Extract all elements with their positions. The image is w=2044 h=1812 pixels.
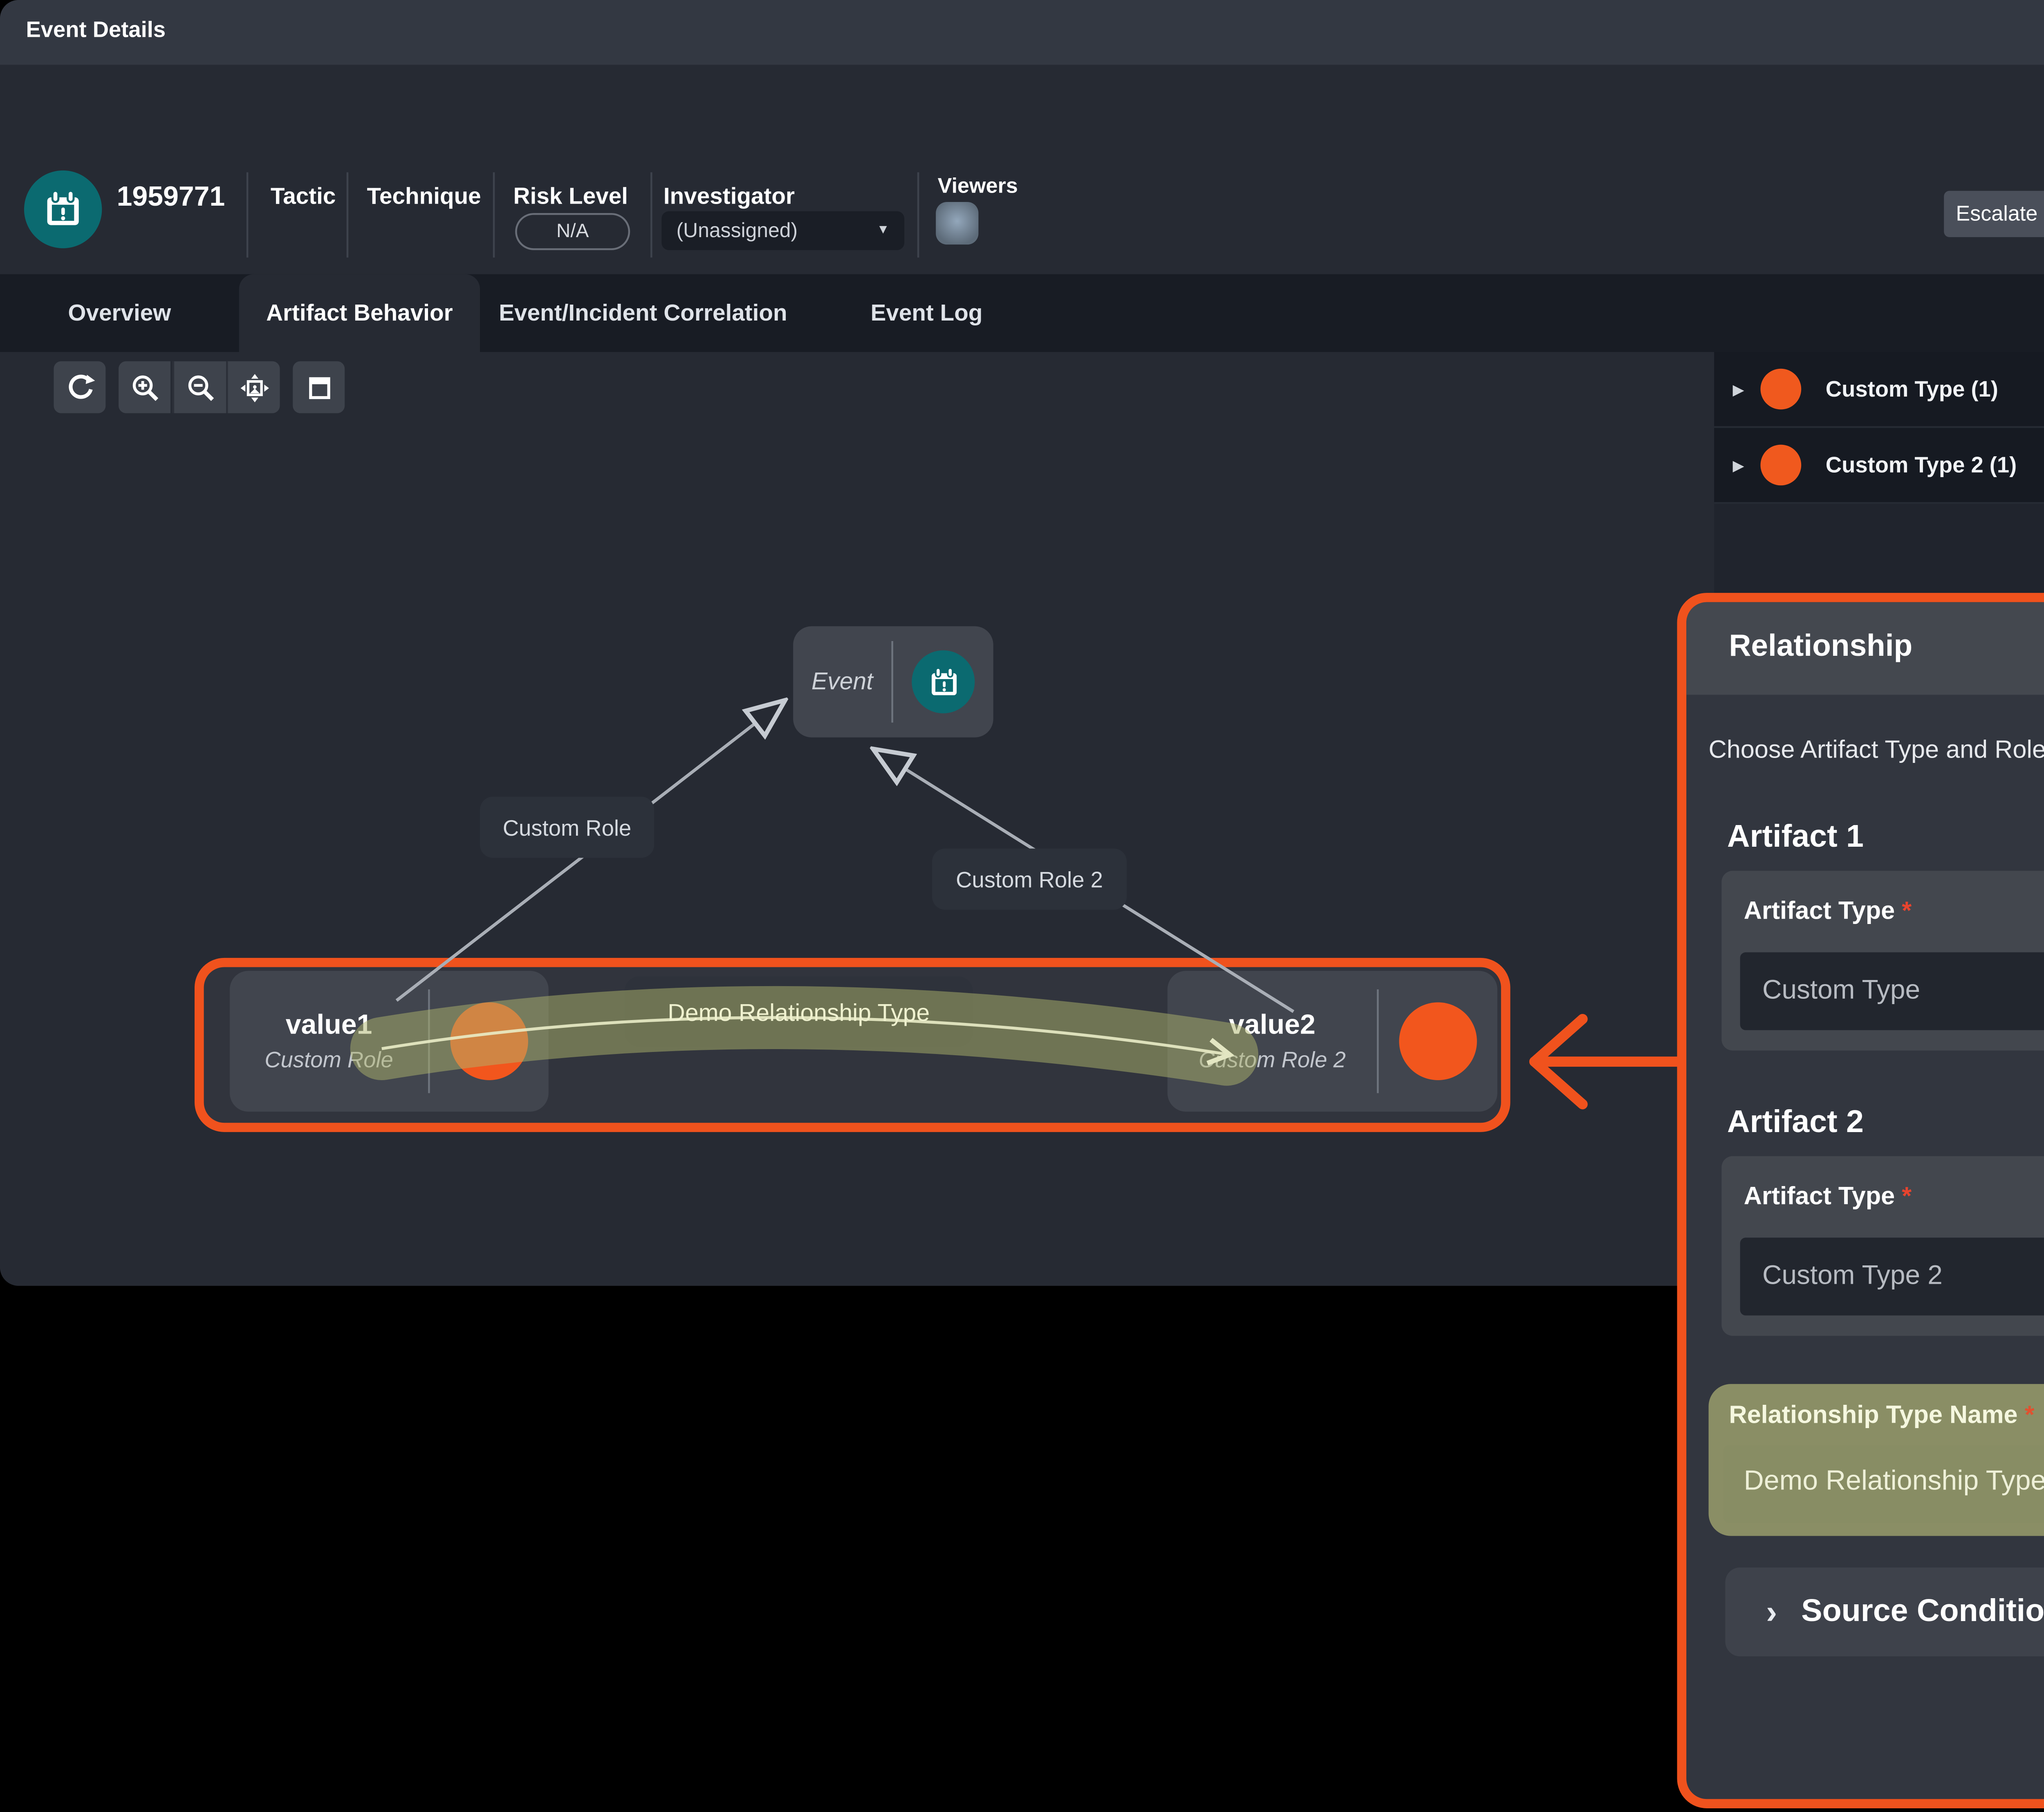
refresh-button[interactable] <box>54 361 105 413</box>
expand-arrow-icon[interactable]: ▶ <box>1732 381 1744 397</box>
artifact1-heading: Artifact 1 <box>1727 819 1864 856</box>
divider <box>891 641 893 722</box>
node-role: Custom Role 2 <box>1168 1047 1377 1072</box>
divider <box>347 172 349 257</box>
divider <box>493 172 495 257</box>
window-view-button[interactable] <box>293 361 345 413</box>
divider <box>1377 989 1379 1093</box>
zoom-out-button[interactable] <box>173 361 226 413</box>
legend-item-custom-type[interactable]: ▶ Custom Type (1) <box>1714 352 2044 428</box>
investigator-select[interactable]: (Unassigned) ▼ <box>661 211 904 250</box>
dialog-subtitle: Choose Artifact Type and Roles below to … <box>1709 736 2044 763</box>
edge-label-custom-role-2: Custom Role 2 <box>932 849 1127 910</box>
tab-overview[interactable]: Overview <box>0 274 239 352</box>
required-asterisk: * <box>1902 897 1912 924</box>
fit-to-screen-button[interactable] <box>226 361 280 413</box>
window-icon <box>303 372 334 403</box>
tactic-label: Tactic <box>271 184 336 209</box>
artifact1-type-value: Custom Type <box>1762 976 1920 1006</box>
artifact-node-value1[interactable]: value1 Custom Role <box>230 971 549 1112</box>
investigator-value: (Unassigned) <box>677 220 798 242</box>
source-conditions-label: Source Conditions <box>1801 1593 2044 1630</box>
custom-type-2-node-circle <box>1399 1002 1477 1080</box>
relationship-dialog: Relationship × Choose Artifact Type and … <box>1677 593 2044 1808</box>
node-role: Custom Role <box>230 1047 428 1072</box>
divider <box>650 172 652 257</box>
calendar-alert-icon <box>41 187 85 232</box>
screen: Event Details – □ × 1959771 Tactic T <box>0 0 2044 1812</box>
dialog-title: Relationship <box>1729 630 1912 665</box>
artifact-type-legend: ▶ Custom Type (1) ▶ Custom Type 2 (1) <box>1714 352 2044 593</box>
tab-event-log[interactable]: Event Log <box>806 274 1047 352</box>
technique-label: Technique <box>367 184 481 209</box>
tab-event-incident-correlation[interactable]: Event/Incident Correlation <box>480 274 806 352</box>
artifact1-type-label: Artifact Type * <box>1744 897 1912 924</box>
event-node-label: Event <box>811 667 873 695</box>
risk-level-badge: N/A <box>515 213 630 250</box>
divider <box>917 172 919 257</box>
required-asterisk: * <box>2025 1401 2035 1429</box>
node-value: value2 <box>1168 1010 1377 1041</box>
viewers-label: Viewers <box>938 176 1018 198</box>
tab-artifact-behavior[interactable]: Artifact Behavior <box>239 274 480 352</box>
artifact2-type-select[interactable]: Custom Type 2 ▼ <box>1740 1238 2044 1315</box>
event-id: 1959771 <box>117 182 225 213</box>
artifact-node-value2[interactable]: value2 Custom Role 2 <box>1168 971 1497 1112</box>
legend-item-custom-type-2[interactable]: ▶ Custom Type 2 (1) <box>1714 428 2044 504</box>
required-asterisk: * <box>1902 1182 1912 1210</box>
relationship-type-name-value: Demo Relationship Type <box>1744 1466 2044 1497</box>
divider <box>247 172 249 257</box>
chevron-right-icon: › <box>1766 1592 1777 1631</box>
custom-type-2-color-dot <box>1761 445 1802 486</box>
risk-level-label: Risk Level <box>513 184 628 209</box>
edge-label-custom-role: Custom Role <box>480 797 654 858</box>
chevron-down-icon: ▼ <box>876 224 889 237</box>
window-title: Event Details <box>26 17 166 43</box>
divider <box>428 989 430 1093</box>
zoom-out-icon <box>184 372 216 403</box>
artifact2-card: Artifact Type * Artifact Role Custom Typ… <box>1721 1156 2044 1336</box>
expand-arrow-icon[interactable]: ▶ <box>1732 457 1744 473</box>
source-conditions-expander[interactable]: › Source Conditions ? <box>1725 1568 2044 1657</box>
event-node[interactable]: Event <box>793 626 993 738</box>
relationship-type-name-label: Relationship Type Name * <box>1729 1401 2034 1429</box>
viewer-avatar <box>936 202 978 244</box>
artifact2-type-value: Custom Type 2 <box>1762 1262 1943 1292</box>
calendar-alert-icon <box>926 664 961 700</box>
event-node-icon <box>912 650 975 713</box>
artifact1-type-select[interactable]: Custom Type ▼ <box>1740 952 2044 1030</box>
refresh-icon <box>64 372 95 403</box>
relationship-edge-label: Demo Relationship Type <box>625 976 973 1047</box>
escalate-button[interactable]: Escalate <box>1944 191 2044 237</box>
event-type-icon <box>24 170 102 248</box>
dialog-header: Relationship × <box>1686 602 2044 695</box>
investigator-label: Investigator <box>663 184 795 209</box>
zoom-in-icon <box>129 372 160 403</box>
title-bar: Event Details – □ × <box>0 0 2044 65</box>
fit-to-screen-icon <box>238 372 270 403</box>
custom-type-node-circle <box>450 1002 528 1080</box>
node-value: value1 <box>230 1010 428 1041</box>
zoom-in-button[interactable] <box>119 361 170 413</box>
legend-item-label: Custom Type (1) <box>1826 376 1998 402</box>
custom-type-color-dot <box>1761 369 1802 410</box>
artifact2-type-label: Artifact Type * <box>1744 1182 1912 1210</box>
artifact1-card: Artifact Type * Artifact Role Custom Typ… <box>1721 871 2044 1051</box>
tab-bar: Overview Artifact Behavior Event/Inciden… <box>0 274 2044 352</box>
event-header: 1959771 Tactic Technique Risk Level N/A … <box>0 65 2044 274</box>
legend-item-label: Custom Type 2 (1) <box>1826 452 2017 478</box>
artifact2-heading: Artifact 2 <box>1727 1104 1864 1141</box>
